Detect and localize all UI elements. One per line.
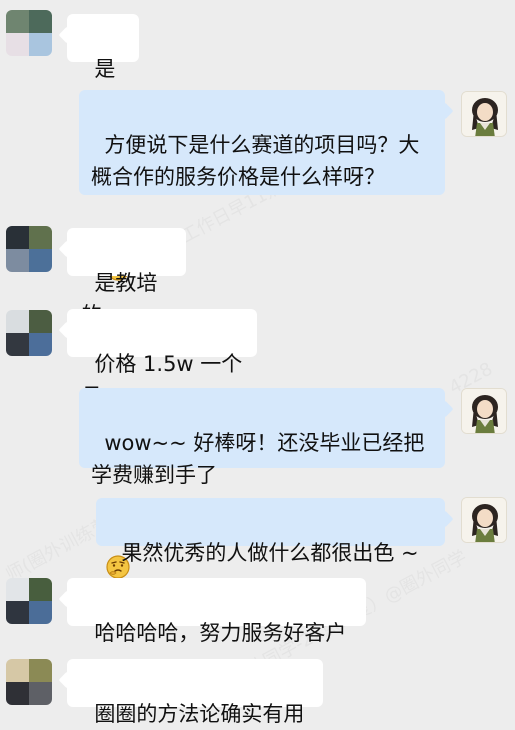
message-bubble-5[interactable]: wow~~ 好棒呀！还没毕业已经把学费赚到手了	[79, 388, 445, 579]
contact-avatar-3[interactable]	[6, 310, 52, 356]
message-bubble-1[interactable]: 是的	[67, 14, 139, 113]
message-bubble-7[interactable]: 哈哈哈哈，努力服务好客户	[67, 578, 366, 645]
message-text-7: 哈哈哈哈，努力服务好客户	[94, 621, 347, 645]
message-text-8: 圈圈的方法论确实有用	[94, 702, 305, 726]
self-avatar-1[interactable]	[461, 91, 507, 137]
contact-avatar-5[interactable]	[6, 659, 52, 705]
self-avatar-2[interactable]	[461, 388, 507, 434]
self-avatar-3[interactable]	[461, 497, 507, 543]
message-bubble-6[interactable]: 果然优秀的人做什么都很出色 ~~	[96, 498, 445, 597]
message-bubble-8[interactable]: 圈圈的方法论确实有用	[67, 659, 323, 726]
contact-avatar-1[interactable]	[6, 10, 52, 56]
anime-girl-avatar-icon	[462, 389, 506, 433]
smile-emoji-icon	[106, 193, 130, 281]
contact-avatar-4[interactable]	[6, 578, 52, 624]
message-bubble-3[interactable]: 是教培的	[67, 228, 186, 327]
message-bubble-2[interactable]: 方便说下是什么赛道的项目吗？大概合作的服务价格是什么样呀？	[79, 90, 445, 281]
anime-girl-avatar-icon	[462, 498, 506, 542]
message-text-5: wow~~ 好棒呀！还没毕业已经把学费赚到手了	[91, 431, 425, 487]
contact-avatar-2[interactable]	[6, 226, 52, 272]
message-bubble-4[interactable]: 价格 1.5w 一个月	[67, 309, 257, 408]
message-text-2: 方便说下是什么赛道的项目吗？大概合作的服务价格是什么样呀？	[91, 133, 420, 189]
anime-girl-avatar-icon	[462, 92, 506, 136]
